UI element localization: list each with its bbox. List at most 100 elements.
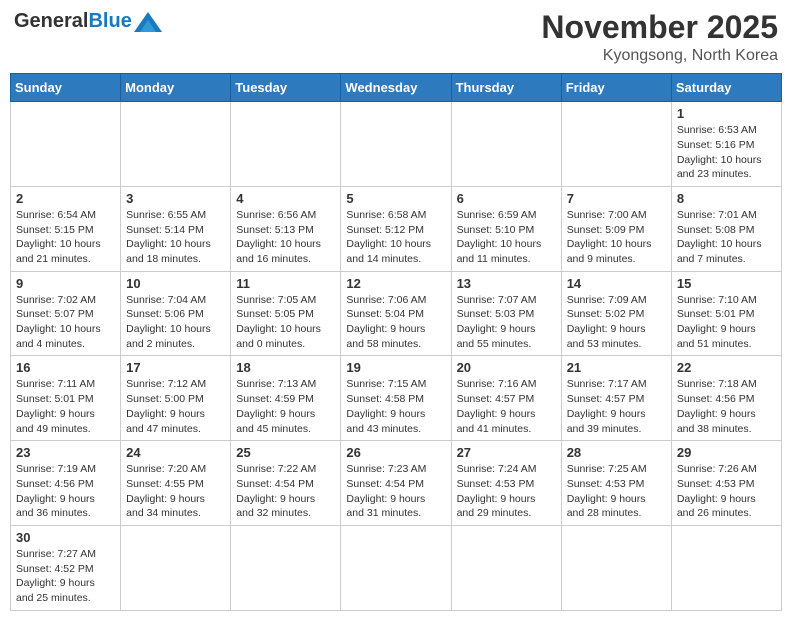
calendar-cell: 19 Sunrise: 7:15 AMSunset: 4:58 PMDayligh… [341,356,451,441]
calendar-cell: 24 Sunrise: 7:20 AMSunset: 4:55 PMDayligh… [121,441,231,526]
logo: General Blue [14,10,162,33]
calendar-cell: 2 Sunrise: 6:54 AMSunset: 5:15 PMDaylight… [11,186,121,271]
day-info: Sunrise: 7:15 AMSunset: 4:58 PMDaylight:… [346,377,445,436]
day-info: Sunrise: 7:20 AMSunset: 4:55 PMDaylight:… [126,462,225,521]
calendar-cell: 11 Sunrise: 7:05 AMSunset: 5:05 PMDayligh… [231,271,341,356]
day-number: 22 [677,360,776,375]
calendar-week-row: 2 Sunrise: 6:54 AMSunset: 5:15 PMDaylight… [11,186,782,271]
calendar-cell: 6 Sunrise: 6:59 AMSunset: 5:10 PMDaylight… [451,186,561,271]
day-number: 6 [457,191,556,206]
day-info: Sunrise: 7:19 AMSunset: 4:56 PMDaylight:… [16,462,115,521]
weekday-header-friday: Friday [561,74,671,102]
calendar-cell [451,525,561,610]
day-info: Sunrise: 7:27 AMSunset: 4:52 PMDaylight:… [16,547,115,606]
day-number: 28 [567,445,666,460]
calendar-cell: 8Sunrise: 7:01 AMSunset: 5:08 PMDaylight… [671,186,781,271]
day-number: 16 [16,360,115,375]
calendar-cell: 20Sunrise: 7:16 AMSunset: 4:57 PMDayligh… [451,356,561,441]
calendar-cell: 7 Sunrise: 7:00 AMSunset: 5:09 PMDaylight… [561,186,671,271]
day-number: 12 [346,276,445,291]
logo-blue-text: Blue [88,10,131,33]
day-number: 21 [567,360,666,375]
calendar-cell: 1 Sunrise: 6:53 AMSunset: 5:16 PMDaylight… [671,102,781,187]
day-number: 25 [236,445,335,460]
calendar-cell: 17 Sunrise: 7:12 AMSunset: 5:00 PMDayligh… [121,356,231,441]
calendar-cell [121,525,231,610]
calendar-cell [231,102,341,187]
header: General Blue November 2025 Kyongsong, No… [10,10,782,65]
day-info: Sunrise: 6:55 AMSunset: 5:14 PMDaylight:… [126,208,225,267]
month-title: November 2025 [541,10,778,45]
day-info: Sunrise: 7:09 AMSunset: 5:02 PMDaylight:… [567,293,666,352]
calendar-cell [121,102,231,187]
day-info: Sunrise: 7:24 AMSunset: 4:53 PMDaylight:… [457,462,556,521]
calendar-cell: 23 Sunrise: 7:19 AMSunset: 4:56 PMDayligh… [11,441,121,526]
day-info: Sunrise: 7:23 AMSunset: 4:54 PMDaylight:… [346,462,445,521]
day-info: Sunrise: 6:59 AMSunset: 5:10 PMDaylight:… [457,208,556,267]
day-number: 29 [677,445,776,460]
weekday-header-saturday: Saturday [671,74,781,102]
calendar-cell [341,102,451,187]
calendar-cell: 26 Sunrise: 7:23 AMSunset: 4:54 PMDayligh… [341,441,451,526]
day-info: Sunrise: 7:05 AMSunset: 5:05 PMDaylight:… [236,293,335,352]
day-info: Sunrise: 6:53 AMSunset: 5:16 PMDaylight:… [677,123,776,182]
calendar-cell: 18Sunrise: 7:13 AMSunset: 4:59 PMDayligh… [231,356,341,441]
calendar-cell: 14 Sunrise: 7:09 AMSunset: 5:02 PMDayligh… [561,271,671,356]
calendar-cell [561,525,671,610]
day-number: 17 [126,360,225,375]
day-number: 23 [16,445,115,460]
day-number: 14 [567,276,666,291]
day-number: 30 [16,530,115,545]
day-number: 27 [457,445,556,460]
day-number: 8 [677,191,776,206]
calendar-cell: 21 Sunrise: 7:17 AMSunset: 4:57 PMDayligh… [561,356,671,441]
day-info: Sunrise: 7:12 AMSunset: 5:00 PMDaylight:… [126,377,225,436]
day-info: Sunrise: 7:17 AMSunset: 4:57 PMDaylight:… [567,377,666,436]
day-number: 2 [16,191,115,206]
calendar-week-row: 16 Sunrise: 7:11 AMSunset: 5:01 PMDayligh… [11,356,782,441]
day-number: 3 [126,191,225,206]
calendar-cell [341,525,451,610]
day-number: 24 [126,445,225,460]
calendar-cell: 16 Sunrise: 7:11 AMSunset: 5:01 PMDayligh… [11,356,121,441]
day-number: 15 [677,276,776,291]
calendar-cell: 10Sunrise: 7:04 AMSunset: 5:06 PMDayligh… [121,271,231,356]
day-info: Sunrise: 7:06 AMSunset: 5:04 PMDaylight:… [346,293,445,352]
day-info: Sunrise: 7:11 AMSunset: 5:01 PMDaylight:… [16,377,115,436]
day-number: 10 [126,276,225,291]
weekday-header-wednesday: Wednesday [341,74,451,102]
calendar-cell: 27 Sunrise: 7:24 AMSunset: 4:53 PMDayligh… [451,441,561,526]
day-info: Sunrise: 6:56 AMSunset: 5:13 PMDaylight:… [236,208,335,267]
calendar-cell: 5Sunrise: 6:58 AMSunset: 5:12 PMDaylight… [341,186,451,271]
day-info: Sunrise: 6:58 AMSunset: 5:12 PMDaylight:… [346,208,445,267]
calendar-cell [11,102,121,187]
weekday-header-sunday: Sunday [11,74,121,102]
calendar-week-row: 1 Sunrise: 6:53 AMSunset: 5:16 PMDaylight… [11,102,782,187]
calendar-week-row: 23 Sunrise: 7:19 AMSunset: 4:56 PMDayligh… [11,441,782,526]
calendar-cell: 4Sunrise: 6:56 AMSunset: 5:13 PMDaylight… [231,186,341,271]
calendar-cell [451,102,561,187]
day-info: Sunrise: 7:07 AMSunset: 5:03 PMDaylight:… [457,293,556,352]
day-info: Sunrise: 6:54 AMSunset: 5:15 PMDaylight:… [16,208,115,267]
day-info: Sunrise: 7:26 AMSunset: 4:53 PMDaylight:… [677,462,776,521]
day-number: 1 [677,106,776,121]
day-number: 19 [346,360,445,375]
day-number: 13 [457,276,556,291]
day-info: Sunrise: 7:10 AMSunset: 5:01 PMDaylight:… [677,293,776,352]
day-number: 9 [16,276,115,291]
day-number: 11 [236,276,335,291]
day-info: Sunrise: 7:22 AMSunset: 4:54 PMDaylight:… [236,462,335,521]
calendar-week-row: 9Sunrise: 7:02 AMSunset: 5:07 PMDaylight… [11,271,782,356]
day-info: Sunrise: 7:16 AMSunset: 4:57 PMDaylight:… [457,377,556,436]
day-number: 26 [346,445,445,460]
calendar-week-row: 30 Sunrise: 7:27 AMSunset: 4:52 PMDayligh… [11,525,782,610]
calendar-cell: 3 Sunrise: 6:55 AMSunset: 5:14 PMDaylight… [121,186,231,271]
day-info: Sunrise: 7:00 AMSunset: 5:09 PMDaylight:… [567,208,666,267]
day-number: 7 [567,191,666,206]
calendar-cell: 29 Sunrise: 7:26 AMSunset: 4:53 PMDayligh… [671,441,781,526]
weekday-header-row: SundayMondayTuesdayWednesdayThursdayFrid… [11,74,782,102]
logo-icon [134,12,162,32]
calendar-cell: 15 Sunrise: 7:10 AMSunset: 5:01 PMDayligh… [671,271,781,356]
calendar-cell: 9Sunrise: 7:02 AMSunset: 5:07 PMDaylight… [11,271,121,356]
calendar-cell: 12 Sunrise: 7:06 AMSunset: 5:04 PMDayligh… [341,271,451,356]
